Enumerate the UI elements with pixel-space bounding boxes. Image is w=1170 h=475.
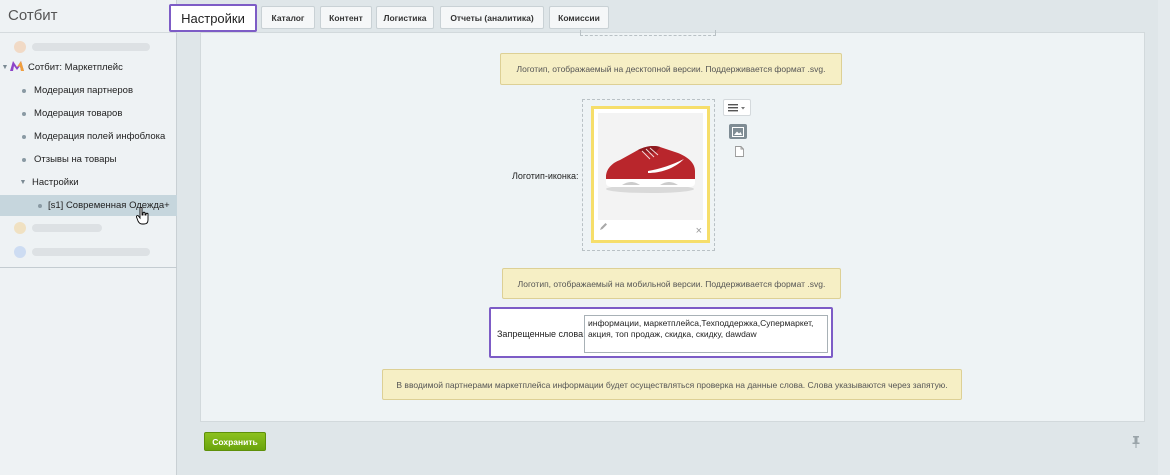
bullet-icon <box>22 157 26 162</box>
icon-logo-preview[interactable]: × <box>591 106 710 243</box>
forbidden-words-textarea[interactable]: информации, маркетплейса,Техподдержка,Су… <box>584 315 828 353</box>
close-icon[interactable]: × <box>696 225 702 237</box>
blurred-menu-item[interactable] <box>32 224 102 232</box>
tab-commissions[interactable]: Комиссии <box>549 6 609 29</box>
forbidden-words-label: Запрещенные слова: <box>497 329 586 339</box>
bullet-icon <box>22 111 26 116</box>
sidebar-item-label: Модерация партнеров <box>34 85 134 96</box>
sidebar-item-reviews[interactable]: Отзывы на товары <box>0 149 177 170</box>
forbidden-words-hint: В вводимой партнерами маркетплейса инфор… <box>382 369 962 400</box>
bullet-icon <box>22 134 26 139</box>
expand-arrow-icon: ▼ <box>19 179 27 186</box>
sidebar-item-label: Настройки <box>32 177 79 188</box>
save-button[interactable]: Сохранить <box>204 432 266 451</box>
expand-arrow-icon: ▼ <box>1 64 9 71</box>
admin-sidebar: Сотбит ▼ Сотбит: Маркетплейс Модерация п… <box>0 0 177 475</box>
sidebar-item-partner-moderation[interactable]: Модерация партнеров <box>0 80 177 101</box>
blurred-menu-item[interactable] <box>32 248 150 256</box>
image-select-icon[interactable] <box>729 124 747 139</box>
sidebar-item-label: Сотбит: Маркетплейс <box>28 62 123 73</box>
sidebar-title: Сотбит <box>8 7 58 24</box>
tab-logistics[interactable]: Логистика <box>376 6 434 29</box>
mobile-logo-hint: Логотип, отображаемый на мобильной верси… <box>502 268 841 299</box>
blurred-menu-item[interactable] <box>32 43 150 51</box>
sidebar-item-label: [s1] Современная Одежда+ <box>48 200 170 211</box>
tab-reports[interactable]: Отчеты (аналитика) <box>440 6 544 29</box>
bullet-icon <box>22 88 26 93</box>
sidebar-item-label: Отзывы на товары <box>34 154 117 165</box>
desktop-logo-hint: Логотип, отображаемый на десктопной верс… <box>500 53 842 85</box>
bullet-icon <box>38 203 42 208</box>
hand-cursor-icon <box>135 206 150 228</box>
blurred-menu-icon <box>14 41 26 53</box>
sidebar-item-product-moderation[interactable]: Модерация товаров <box>0 103 177 124</box>
sidebar-separator <box>0 267 177 268</box>
sneaker-image <box>598 113 703 220</box>
sidebar-item-settings[interactable]: ▼ Настройки <box>0 172 177 193</box>
pencil-icon[interactable] <box>599 222 608 234</box>
sidebar-item-site-s1[interactable]: [s1] Современная Одежда+ <box>0 195 177 216</box>
sidebar-item-label: Модерация полей инфоблока <box>34 131 166 142</box>
blurred-menu-icon <box>14 246 26 258</box>
sidebar-item-marketplace[interactable]: ▼ Сотбит: Маркетплейс <box>0 57 177 78</box>
right-edge-strip <box>1158 0 1170 475</box>
upload-frame-edge <box>580 30 716 36</box>
tab-content[interactable]: Контент <box>320 6 372 29</box>
marketplace-logo-icon <box>10 60 24 75</box>
blurred-menu-icon <box>14 222 26 234</box>
icon-logo-label: Логотип-иконка: <box>512 171 579 181</box>
sidebar-item-label: Модерация товаров <box>34 108 123 119</box>
tab-settings[interactable]: Настройки <box>169 4 257 32</box>
image-menu-button[interactable] <box>723 99 751 116</box>
sidebar-item-field-moderation[interactable]: Модерация полей инфоблока <box>0 126 177 147</box>
tab-catalog[interactable]: Каталог <box>261 6 315 29</box>
pin-icon[interactable] <box>1132 436 1140 451</box>
file-icon[interactable] <box>735 146 744 160</box>
sidebar-divider <box>0 32 177 33</box>
